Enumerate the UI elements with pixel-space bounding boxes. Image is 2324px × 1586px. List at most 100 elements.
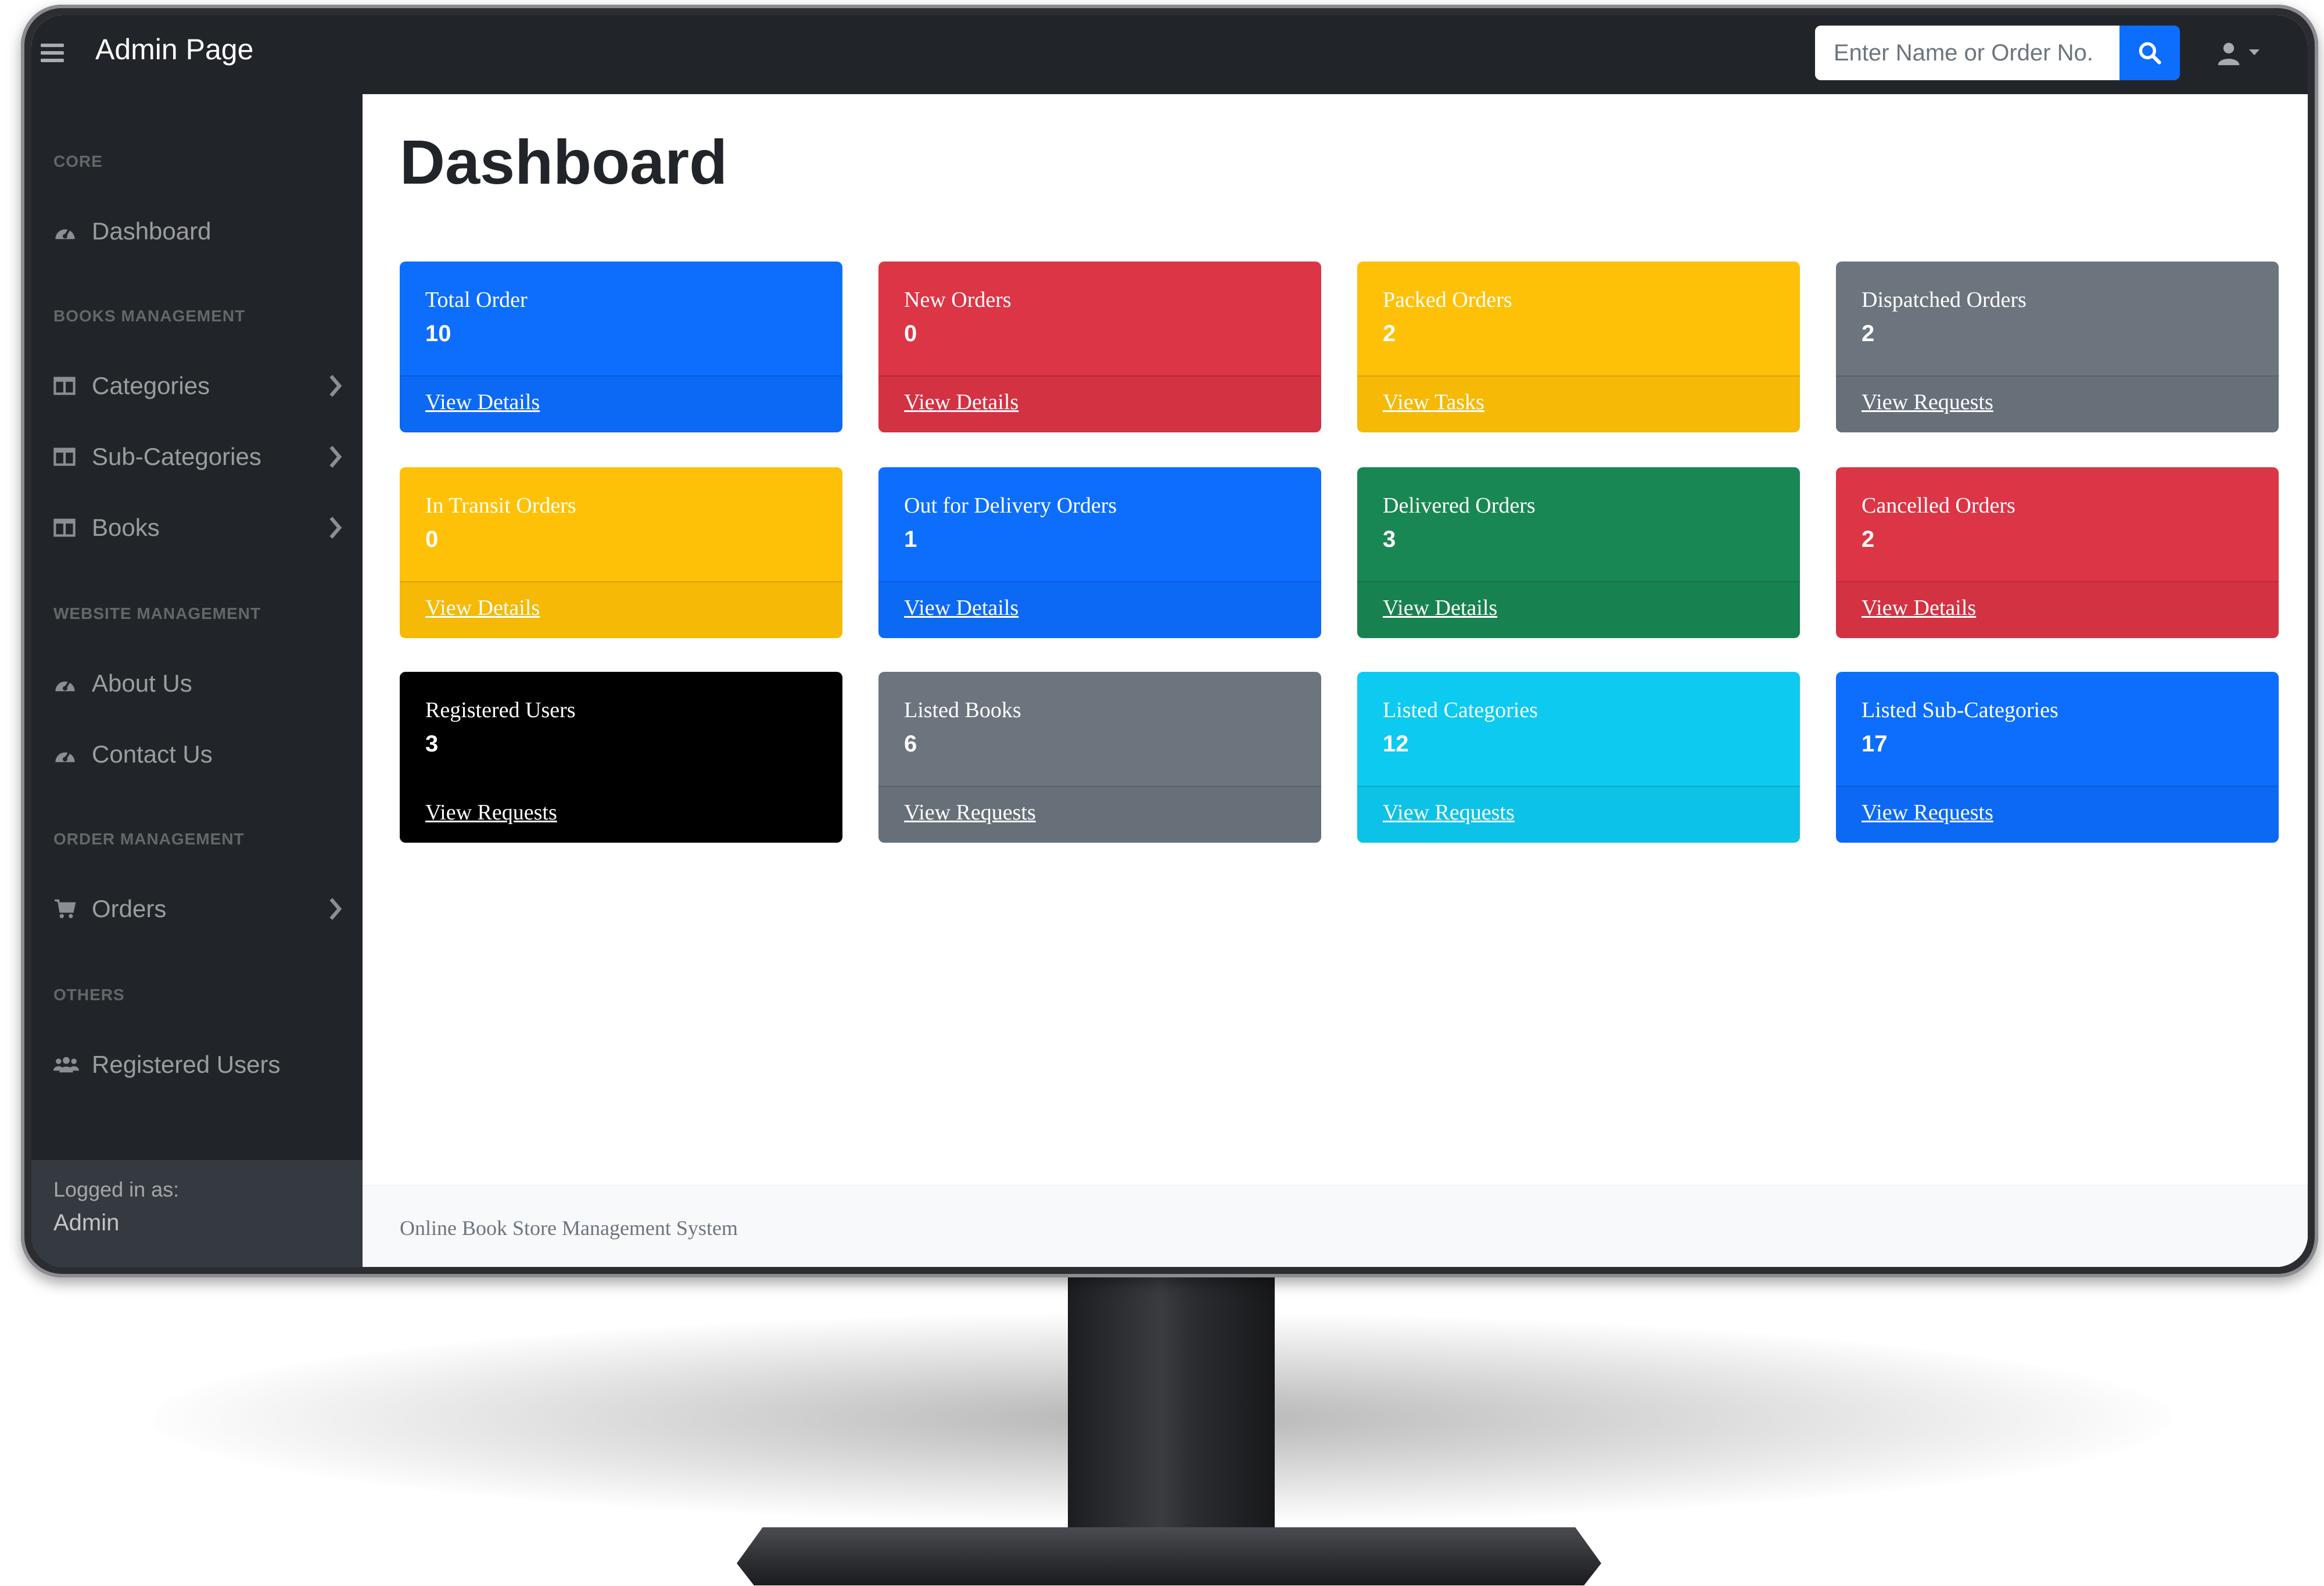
sidebar-item-label: Sub-Categories <box>92 443 261 470</box>
card-footer: View Requests <box>400 786 842 843</box>
card-body: Total Order 10 <box>400 262 842 375</box>
sidebar-heading-books-management: Books Management <box>53 307 246 325</box>
card-footer: View Details <box>878 375 1321 432</box>
sidebar-item-about-us[interactable]: About Us <box>53 660 344 707</box>
card-footer: View Details <box>1357 581 1800 638</box>
search-input[interactable] <box>1815 26 2119 80</box>
monitor-screen: Admin Page Core Dashboard Books Manageme… <box>31 15 2308 1267</box>
card-value: 3 <box>425 731 439 757</box>
brand-title[interactable]: Admin Page <box>95 33 253 66</box>
page-title: Dashboard <box>400 127 728 197</box>
view-details-link[interactable]: View Details <box>1383 595 1497 621</box>
view-requests-link[interactable]: View Requests <box>1862 800 1993 825</box>
logged-in-user: Admin <box>53 1210 120 1236</box>
sidebar: Core Dashboard Books Management Categori… <box>31 94 363 1267</box>
card-listed-sub-categories: Listed Sub-Categories 17 View Requests <box>1836 672 2279 843</box>
view-details-link[interactable]: View Details <box>425 389 540 415</box>
card-footer: View Requests <box>1357 786 1800 843</box>
search-group <box>1815 26 2180 80</box>
card-registered-users: Registered Users 3 View Requests <box>400 672 842 843</box>
sidebar-item-label: About Us <box>92 670 192 697</box>
card-label: Listed Books <box>904 698 1021 722</box>
monitor-stand-neck <box>1068 1273 1275 1546</box>
sidebar-heading-order-management: Order Management <box>53 830 245 848</box>
card-body: Dispatched Orders 2 <box>1836 262 2279 375</box>
card-cancelled-orders: Cancelled Orders 2 View Details <box>1836 467 2279 638</box>
card-listed-categories: Listed Categories 12 View Requests <box>1357 672 1800 843</box>
sidebar-item-label: Dashboard <box>92 217 211 245</box>
search-button[interactable] <box>2119 26 2180 80</box>
card-value: 2 <box>1383 321 1396 346</box>
sidebar-heading-others: Others <box>53 986 125 1004</box>
card-value: 3 <box>1383 527 1396 552</box>
view-details-link[interactable]: View Details <box>904 389 1018 415</box>
view-details-link[interactable]: View Details <box>425 595 540 621</box>
card-body: Delivered Orders 3 <box>1357 467 1800 581</box>
card-footer: View Details <box>1836 581 2279 638</box>
card-footer: View Requests <box>878 786 1321 843</box>
page-footer: Online Book Store Management System <box>363 1185 2308 1267</box>
monitor-stand-base <box>737 1527 1601 1585</box>
footer-text: Online Book Store Management System <box>400 1216 738 1240</box>
sidebar-item-categories[interactable]: Categories <box>53 363 344 409</box>
chevron-right-icon <box>329 898 342 920</box>
sidebar-item-orders[interactable]: Orders <box>53 886 344 932</box>
view-requests-link[interactable]: View Requests <box>904 800 1036 825</box>
card-label: Out for Delivery Orders <box>904 493 1117 518</box>
card-label: Total Order <box>425 288 528 312</box>
card-label: In Transit Orders <box>425 493 576 518</box>
sidebar-item-sub-categories[interactable]: Sub-Categories <box>53 434 344 480</box>
card-value: 2 <box>1862 321 1875 346</box>
caret-down-icon <box>2249 49 2260 55</box>
card-footer: View Details <box>878 581 1321 638</box>
sidebar-heading-website-management: Website Management <box>53 604 261 622</box>
card-body: Listed Sub-Categories 17 <box>1836 672 2279 786</box>
card-body: Listed Categories 12 <box>1357 672 1800 786</box>
card-value: 0 <box>425 527 439 552</box>
main-content: Dashboard Total Order 10 View Details Ne… <box>363 94 2308 1267</box>
shopping-cart-icon <box>53 896 79 922</box>
sidebar-item-label: Categories <box>92 372 210 399</box>
sidebar-item-label: Contact Us <box>92 740 213 768</box>
card-footer: View Details <box>400 375 842 432</box>
view-tasks-link[interactable]: View Tasks <box>1383 389 1484 415</box>
card-in-transit-orders: In Transit Orders 0 View Details <box>400 467 842 638</box>
sidebar-item-label: Books <box>92 514 160 541</box>
user-icon <box>2218 42 2240 66</box>
card-body: Listed Books 6 <box>878 672 1321 786</box>
card-packed-orders: Packed Orders 2 View Tasks <box>1357 262 1800 432</box>
card-value: 10 <box>425 321 451 346</box>
tachometer-icon <box>53 219 79 244</box>
card-body: Packed Orders 2 <box>1357 262 1800 375</box>
card-label: Listed Categories <box>1383 698 1538 722</box>
sidebar-toggle-icon[interactable] <box>41 40 64 69</box>
search-icon <box>2139 42 2161 65</box>
card-value: 0 <box>904 321 917 346</box>
card-listed-books: Listed Books 6 View Requests <box>878 672 1321 843</box>
view-details-link[interactable]: View Details <box>904 595 1018 621</box>
card-out-for-delivery-orders: Out for Delivery Orders 1 View Details <box>878 467 1321 638</box>
sidebar-item-label: Orders <box>92 895 167 922</box>
user-menu-dropdown[interactable] <box>2216 41 2268 70</box>
sidebar-item-books[interactable]: Books <box>53 504 344 551</box>
columns-icon <box>53 444 79 470</box>
view-requests-link[interactable]: View Requests <box>425 800 557 825</box>
card-delivered-orders: Delivered Orders 3 View Details <box>1357 467 1800 638</box>
logged-in-label: Logged in as: <box>53 1177 180 1201</box>
view-requests-link[interactable]: View Requests <box>1862 389 1993 415</box>
card-total-order: Total Order 10 View Details <box>400 262 842 432</box>
card-label: Listed Sub-Categories <box>1862 698 2058 722</box>
view-requests-link[interactable]: View Requests <box>1383 800 1515 825</box>
card-footer: View Requests <box>1836 375 2279 432</box>
view-details-link[interactable]: View Details <box>1862 595 1976 621</box>
columns-icon <box>53 515 79 540</box>
sidebar-item-dashboard[interactable]: Dashboard <box>53 208 344 255</box>
sidebar-footer: Logged in as: Admin <box>31 1160 363 1267</box>
card-body: Out for Delivery Orders 1 <box>878 467 1321 581</box>
card-label: Registered Users <box>425 698 576 722</box>
top-navbar: Admin Page <box>31 15 2308 94</box>
card-label: New Orders <box>904 288 1012 312</box>
columns-icon <box>53 373 79 399</box>
sidebar-item-registered-users[interactable]: Registered Users <box>53 1041 344 1088</box>
sidebar-item-contact-us[interactable]: Contact Us <box>53 731 344 778</box>
